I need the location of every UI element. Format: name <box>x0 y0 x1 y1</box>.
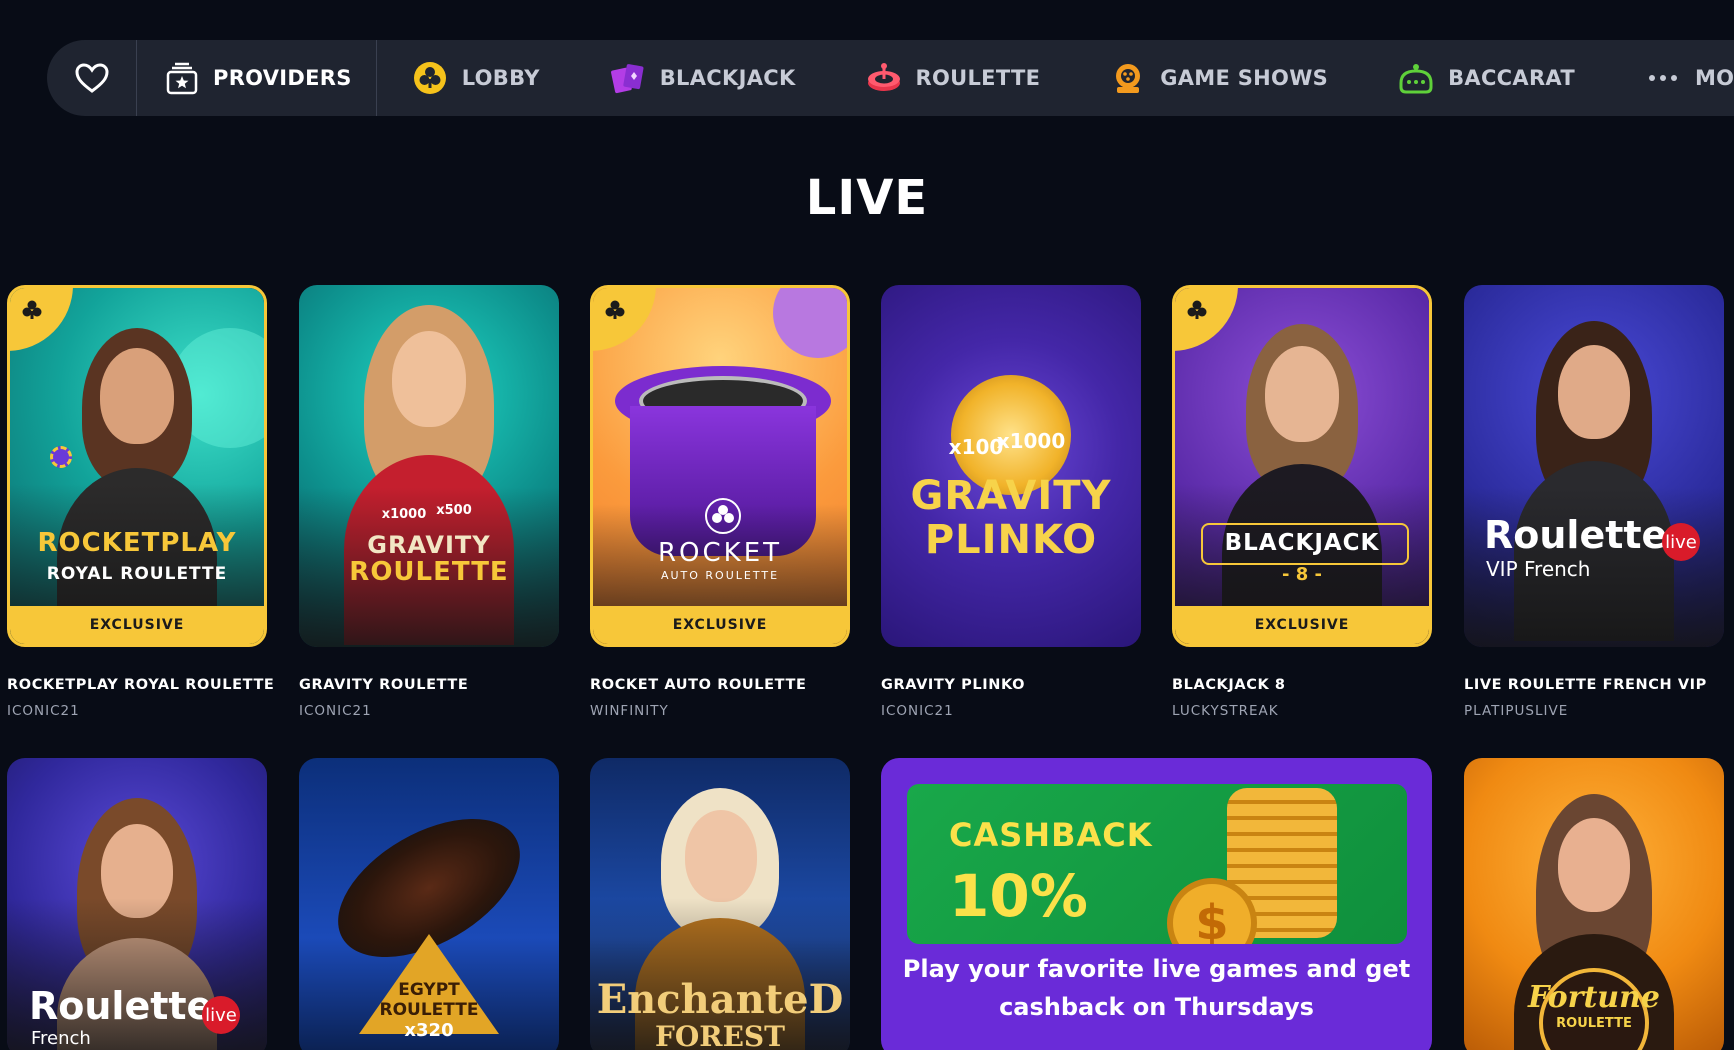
category-nav: PROVIDERS LOBBY BLACKJACK ROULETTE GAME … <box>47 40 1734 116</box>
nav-item-blackjack[interactable]: BLACKJACK <box>575 40 831 116</box>
nav-item-lobby[interactable]: LOBBY <box>377 40 575 116</box>
game-card-fortune-roulette[interactable]: Fortune ROULETTE <box>1464 758 1724 1050</box>
game-card-rocket-auto-roulette[interactable]: ROCKET AUTO ROULETTE EXCLUSIVE <box>590 285 850 647</box>
nav-label-game-shows: GAME SHOWS <box>1160 66 1329 90</box>
game-badge-2: x1000 <box>996 429 1066 453</box>
game-logo-line1: ROCKETPLAY <box>37 528 237 558</box>
game-title[interactable]: GRAVITY PLINKO <box>881 677 1025 693</box>
game-logo-line2: French <box>31 1028 91 1049</box>
game-thumbnail: EnchanteD FOREST <box>590 758 850 1050</box>
game-thumbnail: ROCKET AUTO ROULETTE <box>593 288 847 644</box>
game-thumbnail: BLACKJACK - 8 - <box>1175 288 1429 644</box>
game-provider[interactable]: LUCKYSTREAK <box>1172 703 1279 719</box>
game-logo-line1: GRAVITY <box>910 473 1112 519</box>
nav-label-roulette: ROULETTE <box>915 66 1041 90</box>
promo-percent: 10% <box>949 862 1088 930</box>
exclusive-badge: EXCLUSIVE <box>10 606 264 644</box>
exclusive-badge: EXCLUSIVE <box>593 606 847 644</box>
game-thumbnail: Roulette live French <box>7 758 267 1050</box>
game-logo-line1: GRAVITY <box>367 531 491 559</box>
game-logo-line2: AUTO ROULETTE <box>660 569 780 582</box>
game-thumbnail: Roulette live VIP French <box>1464 285 1724 647</box>
game-logo-line1: EGYPT <box>398 980 460 1000</box>
club-logo-icon <box>705 498 741 534</box>
promo-title: CASHBACK <box>949 816 1153 854</box>
nav-item-roulette[interactable]: ROULETTE <box>831 40 1076 116</box>
nav-item-baccarat[interactable]: BACCARAT <box>1363 40 1610 116</box>
nav-item-game-shows[interactable]: GAME SHOWS <box>1075 40 1363 116</box>
nav-label-more: MORE <box>1694 66 1734 90</box>
providers-label: PROVIDERS <box>213 66 352 90</box>
more-dots-icon <box>1645 60 1681 96</box>
game-logo-line2: PLINKO <box>924 517 1098 563</box>
game-thumbnail: EGYPT ROULETTE x320 <box>299 758 559 1050</box>
heart-icon <box>74 63 109 93</box>
game-logo-line1: ROCKET <box>657 538 783 568</box>
game-card-gravity-plinko[interactable]: x100 x1000 GRAVITY PLINKO <box>881 285 1141 647</box>
game-logo-line2: - 8 - <box>1282 564 1322 585</box>
nav-label-lobby: LOBBY <box>461 66 540 90</box>
game-card-egypt-roulette[interactable]: EGYPT ROULETTE x320 <box>299 758 559 1050</box>
game-show-icon <box>1110 60 1146 96</box>
live-badge: live <box>202 996 240 1034</box>
game-logo-line2: ROULETTE <box>349 557 509 587</box>
promo-text-line1: Play your favorite live games and get <box>902 955 1411 983</box>
game-provider[interactable]: ICONIC21 <box>299 703 372 719</box>
club-icon <box>22 300 42 319</box>
game-thumbnail: ROCKETPLAY ROYAL ROULETTE <box>10 288 264 644</box>
game-thumbnail: x100 x1000 GRAVITY PLINKO <box>881 285 1141 647</box>
game-logo-line2: FOREST <box>655 1020 785 1050</box>
game-logo-line2: ROYAL ROULETTE <box>46 564 228 584</box>
club-icon <box>605 300 625 319</box>
game-card-blackjack-8[interactable]: BLACKJACK - 8 - EXCLUSIVE <box>1172 285 1432 647</box>
game-logo-line1: Fortune <box>1527 980 1661 1015</box>
game-title[interactable]: BLACKJACK 8 <box>1172 677 1286 693</box>
cashback-promo-banner[interactable]: CASHBACK 10% $ Play your favorite live g… <box>881 758 1432 1050</box>
game-badge-2: x500 <box>436 503 472 518</box>
roulette-icon <box>866 60 902 96</box>
live-badge: live <box>1662 523 1700 561</box>
exclusive-badge: EXCLUSIVE <box>1175 606 1429 644</box>
game-card-roulette-french[interactable]: Roulette live French <box>7 758 267 1050</box>
cards-icon <box>610 60 646 96</box>
coin-stack-image: $ <box>1167 788 1347 944</box>
game-logo-line1: Roulette <box>29 984 213 1028</box>
game-provider[interactable]: ICONIC21 <box>7 703 80 719</box>
game-title[interactable]: GRAVITY ROULETTE <box>299 677 468 693</box>
providers-button[interactable]: PROVIDERS <box>137 40 377 116</box>
game-provider[interactable]: ICONIC21 <box>881 703 954 719</box>
club-icon <box>1187 300 1207 319</box>
game-card-gravity-roulette[interactable]: x1000 x500 GRAVITY ROULETTE <box>299 285 559 647</box>
nav-label-baccarat: BACCARAT <box>1448 66 1575 90</box>
page-title: LIVE <box>805 170 929 226</box>
favorites-button[interactable] <box>47 40 137 116</box>
game-logo-line3: x320 <box>404 1020 454 1041</box>
game-provider[interactable]: PLATIPUSLIVE <box>1464 703 1568 719</box>
game-card-enchanted-forest[interactable]: EnchanteD FOREST <box>590 758 850 1050</box>
game-provider[interactable]: WINFINITY <box>590 703 669 719</box>
game-title[interactable]: ROCKETPLAY ROYAL ROULETTE <box>7 677 274 693</box>
game-title[interactable]: LIVE ROULETTE FRENCH VIP <box>1464 677 1707 693</box>
game-logo-line2: ROULETTE <box>379 1000 479 1020</box>
game-logo-line2: ROULETTE <box>1556 1016 1632 1031</box>
game-logo-line1: EnchanteD <box>596 976 844 1023</box>
nav-label-blackjack: BLACKJACK <box>659 66 796 90</box>
game-logo-line2: VIP French <box>1486 557 1591 581</box>
game-card-live-roulette-french-vip[interactable]: Roulette live VIP French <box>1464 285 1724 647</box>
game-title[interactable]: ROCKET AUTO ROULETTE <box>590 677 806 693</box>
game-thumbnail: Fortune ROULETTE <box>1464 758 1724 1050</box>
game-logo-line1: Roulette <box>1484 513 1668 557</box>
game-logo-line1: BLACKJACK <box>1224 530 1380 556</box>
baccarat-icon <box>1398 60 1434 96</box>
game-card-rocketplay-royal-roulette[interactable]: ROCKETPLAY ROYAL ROULETTE EXCLUSIVE <box>7 285 267 647</box>
promo-image: CASHBACK 10% $ <box>907 784 1407 944</box>
providers-icon <box>165 61 199 95</box>
promo-text-line2: cashback on Thursdays <box>999 993 1314 1021</box>
game-thumbnail: x1000 x500 GRAVITY ROULETTE <box>299 285 559 647</box>
club-coin-icon <box>412 60 448 96</box>
nav-item-more[interactable]: MORE <box>1610 40 1734 116</box>
